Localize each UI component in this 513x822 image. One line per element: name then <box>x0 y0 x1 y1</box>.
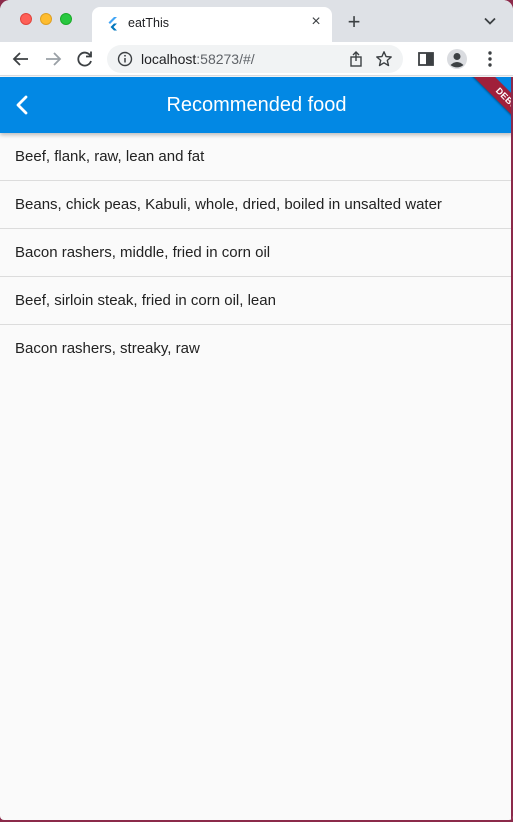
page-title: Recommended food <box>166 94 347 116</box>
list-item[interactable]: Bacon rashers, streaky, raw <box>0 325 513 373</box>
info-icon[interactable] <box>117 51 133 67</box>
chevron-down-icon[interactable] <box>481 12 499 30</box>
list-item[interactable]: Bacon rashers, middle, fried in corn oil <box>0 229 513 277</box>
profile-avatar-icon[interactable] <box>446 48 468 70</box>
side-panel-icon[interactable] <box>415 48 437 70</box>
list-item[interactable]: Beef, sirloin steak, fried in corn oil, … <box>0 277 513 325</box>
zoom-window-button[interactable] <box>60 13 72 25</box>
url-path: :58273/#/ <box>196 51 255 67</box>
flutter-icon <box>108 17 117 31</box>
minimize-window-button[interactable] <box>40 13 52 25</box>
forward-arrow-icon[interactable] <box>42 48 64 70</box>
tab-title: eatThis <box>128 16 169 30</box>
list-item[interactable]: Beans, chick peas, Kabuli, whole, dried,… <box>0 181 513 229</box>
list-item[interactable]: Beef, flank, raw, lean and fat <box>0 133 513 181</box>
more-menu-icon[interactable] <box>479 48 501 70</box>
share-icon[interactable] <box>347 50 365 68</box>
bookmark-star-icon[interactable] <box>375 50 393 68</box>
app-bar: Recommended food <box>0 77 513 133</box>
back-arrow-icon[interactable] <box>10 48 32 70</box>
food-list: Beef, flank, raw, lean and fat Beans, ch… <box>0 133 513 373</box>
tab-strip: eatThis × + <box>0 0 513 42</box>
new-tab-button[interactable]: + <box>343 11 365 33</box>
browser-toolbar: localhost:58273/#/ <box>0 42 513 76</box>
reload-icon[interactable] <box>74 48 96 70</box>
tab-close-icon[interactable]: × <box>308 14 324 30</box>
browser-tab[interactable]: eatThis × <box>92 7 332 42</box>
url-host: localhost <box>141 51 197 67</box>
url-text: localhost:58273/#/ <box>141 51 255 67</box>
browser-window: eatThis × + localhost:58273/#/ Recommend… <box>0 0 513 820</box>
address-bar[interactable]: localhost:58273/#/ <box>107 45 403 73</box>
close-window-button[interactable] <box>20 13 32 25</box>
